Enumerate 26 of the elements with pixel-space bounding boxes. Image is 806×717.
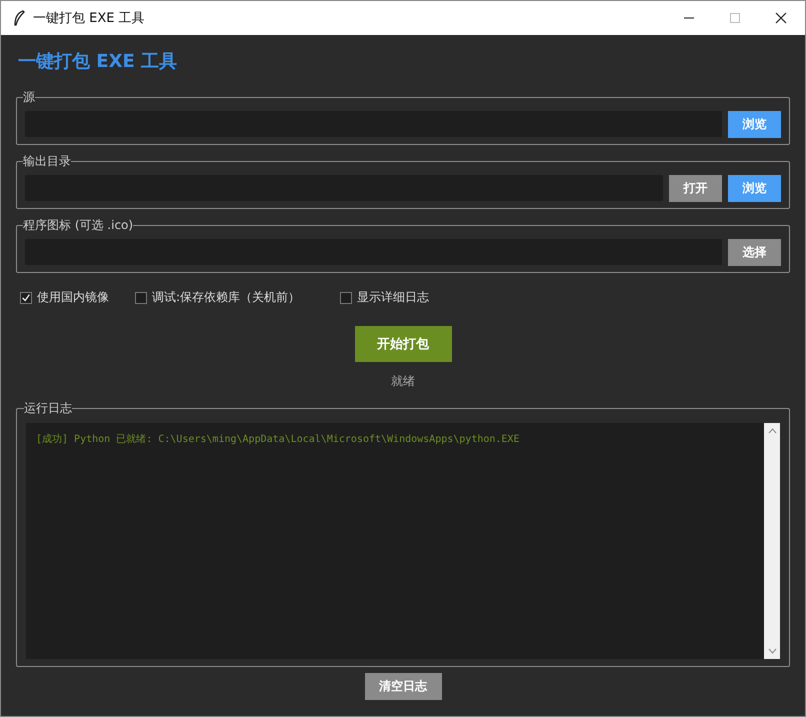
group-label: 输出目录 — [23, 153, 71, 170]
action-button[interactable]: 选择 — [728, 239, 781, 266]
close-icon[interactable] — [775, 12, 787, 24]
log-line: [成功] Python 已就绪: C:\Users\ming\AppData\Local\Microsoft\WindowsApps\python.EXE — [36, 432, 520, 446]
option-label: 使用国内镜像 — [37, 289, 109, 306]
option-label: 调试:保存依赖库（关机前） — [152, 289, 300, 306]
scroll-down-icon[interactable] — [768, 648, 776, 654]
group-label: 源 — [23, 89, 35, 106]
action-button[interactable]: 浏览 — [728, 111, 781, 138]
window-title: 一键打包 EXE 工具 — [33, 10, 145, 27]
maximize-icon[interactable] — [729, 12, 741, 24]
scroll-up-icon[interactable] — [768, 428, 776, 434]
checkbox[interactable] — [20, 292, 32, 304]
status-text: 就绪 — [391, 373, 415, 390]
checkbox[interactable] — [340, 292, 352, 304]
group-label: 运行日志 — [24, 400, 72, 417]
feather-icon — [13, 10, 25, 26]
option-label: 显示详细日志 — [357, 289, 429, 306]
action-button[interactable]: 浏览 — [728, 175, 781, 202]
clear-log-button[interactable]: 清空日志 — [364, 673, 442, 700]
scrollbar[interactable] — [764, 423, 780, 659]
group-label: 程序图标 (可选 .ico) — [23, 217, 134, 234]
action-button[interactable]: 打开 — [669, 175, 722, 202]
app-heading: 一键打包 EXE 工具 — [18, 50, 178, 74]
start-button[interactable]: 开始打包 — [354, 326, 452, 362]
checkbox[interactable] — [135, 292, 147, 304]
